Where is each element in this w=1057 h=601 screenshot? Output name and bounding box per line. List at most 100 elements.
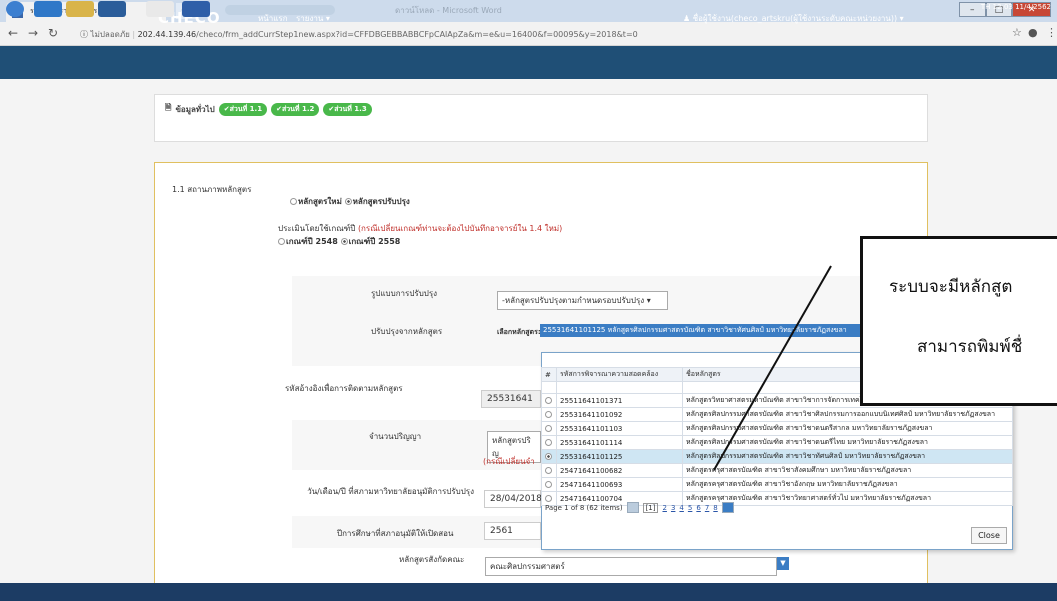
pager-page-2[interactable]: 2 bbox=[662, 504, 666, 512]
improve-type-label: รูปแบบการปรับปรุง bbox=[371, 289, 438, 298]
grid-pager: Page 1 of 8 (62 items) [1] 2 3 4 5 6 7 8 bbox=[545, 502, 734, 513]
faculty-label: หลักสูตรสังกัดคณะ bbox=[399, 555, 465, 564]
filter-cell-empty bbox=[541, 381, 557, 394]
faculty-dropdown-icon[interactable]: ▼ bbox=[777, 557, 789, 570]
forward-arrow-icon[interactable]: → bbox=[28, 26, 38, 40]
url-path: /checo/frm_addCurrStep1new.aspx?id=CFFDB… bbox=[196, 30, 638, 39]
pager-page-7[interactable]: 7 bbox=[705, 504, 709, 512]
ie-taskbar-icon[interactable] bbox=[34, 1, 62, 17]
url-field[interactable]: ⓘ ไม่ปลอดภัย | 202.44.139.46/checo/frm_a… bbox=[80, 28, 638, 41]
tray-time: 12:03 bbox=[992, 3, 1013, 11]
info-icon: ⓘ bbox=[80, 30, 88, 39]
pager-next-button[interactable] bbox=[721, 502, 734, 513]
pager-page-1: [1] bbox=[642, 502, 659, 513]
row-radio[interactable] bbox=[541, 435, 557, 450]
row-radio[interactable] bbox=[541, 407, 557, 422]
bookmark-star-icon[interactable]: ☆ bbox=[1012, 26, 1022, 39]
row-radio[interactable] bbox=[541, 449, 557, 464]
row-code: 25531641101103 bbox=[556, 421, 683, 436]
ref-input[interactable]: 25531641 bbox=[481, 390, 541, 408]
row-radio-icon[interactable] bbox=[545, 453, 552, 460]
document-icon: 🗎 bbox=[165, 103, 172, 112]
badge-part-1-2[interactable]: ✔ส่วนที่ 1.2 bbox=[271, 102, 320, 116]
reload-icon[interactable]: ↻ bbox=[48, 26, 58, 40]
criteria-radio-group: เกณฑ์ปี 2548 เกณฑ์ปี 2558 bbox=[278, 235, 400, 248]
explorer-taskbar-icon[interactable] bbox=[66, 1, 94, 17]
tray-language[interactable]: TH bbox=[981, 3, 991, 11]
start-year-input[interactable]: 2561 bbox=[484, 522, 541, 540]
callout-line-1: ระบบจะมีหลักสูต bbox=[889, 277, 1013, 297]
filter-code-input[interactable] bbox=[556, 381, 683, 394]
menu-dots-icon[interactable]: ⋮ bbox=[1046, 26, 1057, 39]
badge-part-1-1[interactable]: ✔ส่วนที่ 1.1 bbox=[218, 102, 268, 116]
row-code: 25471641100693 bbox=[556, 477, 683, 492]
radio-criteria-2558[interactable] bbox=[340, 238, 348, 245]
badge-part-1-3[interactable]: ✔ส่วนที่ 1.3 bbox=[323, 102, 372, 116]
radio-new-curriculum[interactable] bbox=[290, 198, 297, 205]
window-title: ดาวน์โหลด - Microsoft Word bbox=[395, 6, 502, 15]
row-code: 25531641101125 bbox=[556, 449, 683, 464]
improve-from-label: ปรับปรุงจากหลักสูตร bbox=[371, 327, 443, 336]
row-radio-icon[interactable] bbox=[545, 411, 552, 418]
close-button[interactable]: Close bbox=[971, 527, 1007, 544]
pager-summary: Page 1 of 8 (62 items) bbox=[545, 503, 623, 512]
callout-line-2: สามารถพิมพ์ชื่ bbox=[917, 337, 1023, 357]
row-radio-icon[interactable] bbox=[545, 425, 552, 432]
user-icon: ♟ bbox=[683, 14, 691, 23]
radio-criteria-2548[interactable] bbox=[278, 238, 285, 245]
criteria-line: ประเมินโดยใช้เกณฑ์ปี (กรณีเปลี่ยนเกณฑ์ท่… bbox=[278, 222, 562, 235]
section-title: ข้อมูลทั่วไป bbox=[175, 104, 215, 114]
pager-prev-button[interactable] bbox=[626, 502, 639, 513]
approve-date-input[interactable]: 28/04/2018 bbox=[484, 490, 542, 508]
col-header-index: # bbox=[541, 367, 557, 382]
choose-label: เลือกหลักสูตร: bbox=[497, 328, 541, 336]
pager-page-4[interactable]: 4 bbox=[679, 504, 683, 512]
nav-home[interactable]: หน้าแรก bbox=[258, 12, 288, 25]
row-radio-icon[interactable] bbox=[545, 439, 552, 446]
back-arrow-icon[interactable]: ← bbox=[8, 26, 18, 40]
annotation-arrow-line bbox=[713, 265, 832, 471]
approve-date-label: วัน/เดือน/ปี ที่สภามหาวิทยาลัยอนุมัติการ… bbox=[307, 487, 474, 496]
top-navbar bbox=[0, 46, 1057, 79]
start-button-icon[interactable] bbox=[6, 1, 24, 17]
pager-page-6[interactable]: 6 bbox=[696, 504, 700, 512]
tray-date: 11/4/2562 bbox=[1015, 3, 1051, 11]
radio-improved-curriculum[interactable] bbox=[344, 198, 352, 205]
user-menu[interactable]: ♟ ชื่อผู้ใช้งาน(checo_artskru(ผู้ใช้งานร… bbox=[683, 12, 904, 25]
profile-icon[interactable]: ● bbox=[1028, 26, 1038, 39]
col-header-code[interactable]: รหัสการพิจารณาความสอดคล้อง bbox=[556, 367, 683, 382]
degree-label: จำนวนปริญญา bbox=[369, 432, 422, 441]
media-taskbar-icon[interactable] bbox=[98, 1, 126, 17]
row-radio[interactable] bbox=[541, 477, 557, 492]
radio-improved-label: หลักสูตรปรับปรุง bbox=[352, 197, 410, 206]
nav-reports[interactable]: รายงาน ▾ bbox=[296, 12, 330, 25]
pager-page-8[interactable]: 8 bbox=[713, 504, 717, 512]
row-code: 25511641101371 bbox=[556, 393, 683, 408]
system-tray: TH 12:03 11/4/2562 bbox=[981, 3, 1051, 11]
user-name: ชื่อผู้ใช้งาน(checo_artskru(ผู้ใช้งานระด… bbox=[692, 14, 904, 23]
pager-page-5[interactable]: 5 bbox=[688, 504, 692, 512]
section-header: 🗎 ข้อมูลทั่วไป ✔ส่วนที่ 1.1 ✔ส่วนที่ 1.2… bbox=[165, 102, 372, 116]
faculty-select[interactable]: คณะศิลปกรรมศาสตร์ bbox=[485, 557, 777, 576]
annotation-callout-box: ระบบจะมีหลักสูต สามารถพิมพ์ชื่ bbox=[860, 236, 1057, 406]
url-host: 202.44.139.46 bbox=[137, 30, 197, 39]
windows-taskbar bbox=[0, 583, 1057, 601]
row-radio[interactable] bbox=[541, 393, 557, 408]
pager-page-3[interactable]: 3 bbox=[671, 504, 675, 512]
ref-label: รหัสอ้างอิงเพื่อการติดตามหลักสูตร bbox=[285, 384, 403, 393]
row-radio-icon[interactable] bbox=[545, 467, 552, 474]
criteria-note: (กรณีเปลี่ยนเกณฑ์ท่านจะต้องไปบันทึกอาจาร… bbox=[357, 224, 563, 233]
chrome-taskbar-icon[interactable] bbox=[146, 1, 174, 17]
improve-type-select[interactable]: -หลักสูตรปรับปรุงตามกำหนดรอบปรับปรุง ▾ bbox=[497, 291, 668, 310]
row-code: 25531641101114 bbox=[556, 435, 683, 450]
row-radio[interactable] bbox=[541, 421, 557, 436]
section-label: 1.1 สถานภาพหลักสูตร bbox=[172, 185, 252, 194]
row-radio-icon[interactable] bbox=[545, 495, 552, 502]
word-taskbar-icon[interactable] bbox=[182, 1, 210, 17]
row-radio-icon[interactable] bbox=[545, 397, 552, 404]
row-radio[interactable] bbox=[541, 463, 557, 478]
criteria-prompt: ประเมินโดยใช้เกณฑ์ปี bbox=[278, 224, 356, 233]
row-radio-icon[interactable] bbox=[545, 481, 552, 488]
radio-2558-label: เกณฑ์ปี 2558 bbox=[348, 237, 401, 246]
degree-note: (กรณีเปลี่ยนจำ bbox=[483, 457, 535, 466]
